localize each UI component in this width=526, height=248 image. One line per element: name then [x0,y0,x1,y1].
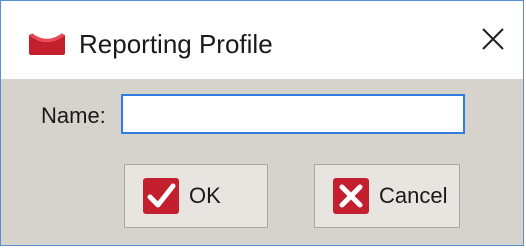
close-icon [480,26,506,57]
checkmark-icon [141,176,181,216]
dialog-content: Name: OK Cancel [1,79,523,245]
reporting-profile-dialog: Reporting Profile Name: OK Cancel [0,0,524,246]
name-label: Name: [41,103,106,128]
window-title: Reporting Profile [79,29,273,59]
name-input[interactable] [121,94,465,134]
envelope-icon [27,29,67,57]
ok-button[interactable]: OK [124,164,268,228]
cancel-button-label: Cancel [379,183,448,208]
cancel-button[interactable]: Cancel [314,164,460,228]
ok-button-label: OK [189,183,221,208]
cross-icon [331,176,371,216]
close-button[interactable] [473,21,513,61]
title-bar: Reporting Profile [1,1,523,79]
